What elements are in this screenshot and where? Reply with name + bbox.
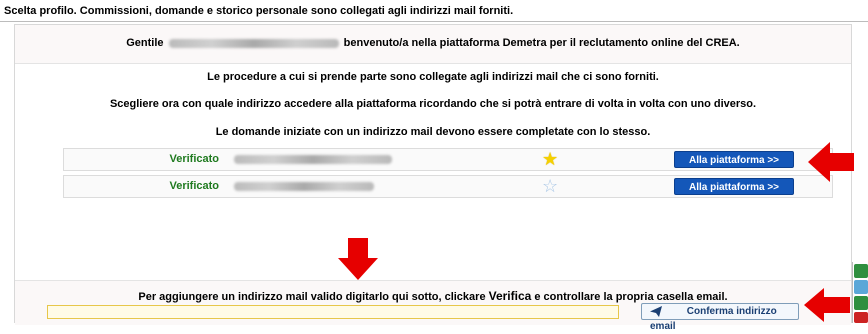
side-app-icon[interactable] — [854, 280, 868, 294]
go-to-platform-button[interactable]: Alla piattaforma >> — [674, 178, 794, 195]
red-arrow-icon — [804, 288, 850, 322]
greeting-text: Gentile benvenuto/a nella piattaforma De… — [15, 37, 851, 49]
side-app-icon[interactable] — [854, 296, 868, 310]
redacted-user-name — [168, 38, 339, 48]
verified-status: Verificato — [169, 180, 219, 192]
red-arrow-icon — [338, 238, 378, 280]
side-widget — [852, 262, 868, 323]
side-app-icon[interactable] — [854, 312, 868, 323]
verified-status: Verificato — [169, 153, 219, 165]
email-row-2: Verificato ☆ Alla piattaforma >> — [63, 175, 833, 198]
email-row-1: Verificato ★ Alla piattaforma >> — [63, 148, 833, 171]
star-filled-icon[interactable]: ★ — [542, 149, 558, 170]
side-app-icon[interactable] — [854, 264, 868, 278]
go-to-platform-button[interactable]: Alla piattaforma >> — [674, 151, 794, 168]
greeting-prefix: Gentile — [126, 37, 164, 49]
instruction-line-1: Le procedure a cui si prende parte sono … — [207, 71, 659, 83]
page-header: Scelta profilo. Commissioni, domande e s… — [0, 0, 868, 22]
confirm-email-button[interactable]: Conferma indirizzo email — [641, 303, 799, 332]
greeting-suffix: benvenuto/a nella piattaforma Demetra pe… — [343, 37, 740, 49]
redacted-email — [234, 155, 392, 164]
instruction-line-2: Scegliere ora con quale indirizzo accede… — [109, 98, 757, 110]
new-email-input[interactable] — [47, 305, 619, 319]
add-email-text-after: e controllare la propria casella email. — [531, 291, 728, 303]
star-outline-icon[interactable]: ☆ — [542, 176, 558, 197]
paper-plane-icon — [650, 304, 684, 319]
profile-panel: Gentile benvenuto/a nella piattaforma De… — [14, 24, 852, 332]
red-arrow-icon — [808, 142, 854, 182]
instruction-line-3: Le domande iniziate con un indirizzo mai… — [215, 126, 651, 138]
redacted-email — [234, 182, 374, 191]
verifica-keyword: Verifica — [488, 289, 532, 303]
add-email-band: Per aggiungere un indirizzo mail valido … — [15, 280, 851, 332]
add-email-instructions: Per aggiungere un indirizzo mail valido … — [15, 289, 851, 303]
greeting-band: Gentile benvenuto/a nella piattaforma De… — [15, 25, 851, 64]
add-email-text-before: Per aggiungere un indirizzo mail valido … — [138, 291, 489, 303]
